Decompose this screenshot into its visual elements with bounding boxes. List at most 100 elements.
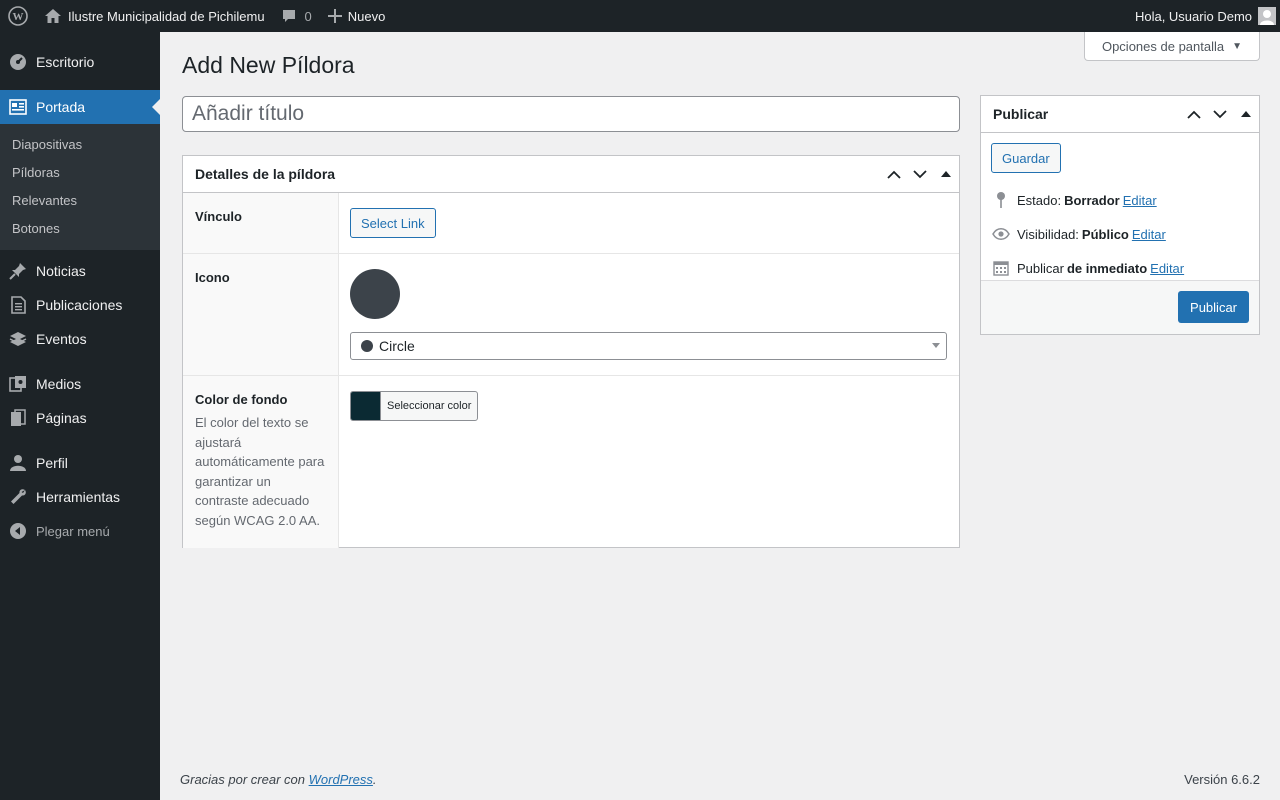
color-description: El color del texto se ajustará automátic… (195, 415, 325, 528)
chevron-down-icon[interactable] (907, 156, 933, 192)
circle-icon (361, 340, 373, 352)
portada-submenu: Diapositivas Píldoras Relevantes Botones (0, 124, 160, 250)
field-row-icono: Icono Circle (183, 254, 959, 376)
sidebar-item-label: Eventos (36, 331, 87, 347)
wrench-icon (8, 487, 28, 507)
user-icon (8, 453, 28, 473)
sidebar-item-escritorio[interactable]: Escritorio (0, 45, 160, 79)
comments-link[interactable]: 0 (273, 0, 320, 32)
collapse-label: Plegar menú (36, 523, 110, 539)
sidebar-item-publicaciones[interactable]: Publicaciones (0, 288, 160, 322)
wordpress-link[interactable]: WordPress (309, 772, 373, 787)
submenu-item-botones[interactable]: Botones (0, 215, 160, 243)
footer-thanks: Gracias por crear con WordPress. (180, 772, 377, 787)
pin-icon (8, 261, 28, 281)
major-publishing-actions: Publicar (981, 280, 1259, 334)
field-input-cell: Select Link (339, 193, 959, 253)
icon-select[interactable]: Circle (350, 332, 947, 360)
my-account-link[interactable]: Hola, Usuario Demo (1127, 0, 1280, 32)
select-link-button[interactable]: Select Link (350, 208, 436, 238)
field-label-cell: Color de fondo El color del texto se aju… (183, 376, 339, 548)
footer-thanks-prefix: Gracias por crear con (180, 772, 309, 787)
wordpress-logo-icon[interactable]: W (0, 0, 36, 32)
calendar-stack-icon (8, 329, 28, 349)
visibility-prefix: Visibilidad: (1017, 226, 1079, 242)
status-prefix: Estado: (1017, 192, 1062, 208)
footer-version: Versión 6.6.2 (1184, 772, 1260, 787)
comment-icon (281, 8, 297, 24)
admin-bar: W Ilustre Municipalidad de Pichilemu 0 N… (0, 0, 1280, 32)
sidebar-item-paginas[interactable]: Páginas (0, 401, 160, 435)
sidebar-item-label: Escritorio (36, 54, 95, 70)
sidebar-item-label: Portada (36, 99, 86, 115)
metabox-handle-actions (881, 156, 959, 192)
sidebar-item-eventos[interactable]: Eventos (0, 322, 160, 356)
chevron-up-icon[interactable] (881, 156, 907, 192)
sidebar-item-label: Medios (36, 376, 82, 392)
new-content-link[interactable]: Nuevo (320, 0, 394, 32)
sidebar-item-portada[interactable]: Portada (0, 90, 160, 124)
sidebar-item-noticias[interactable]: Noticias (0, 254, 160, 288)
details-metabox-title: Detalles de la píldora (195, 166, 336, 182)
footer: Gracias por crear con WordPress. Versión… (180, 772, 1260, 787)
sidebar-item-perfil[interactable]: Perfil (0, 446, 160, 480)
publish-metabox-title: Publicar (993, 106, 1049, 122)
portada-icon (8, 97, 28, 117)
caret-down-icon: ▼ (1232, 40, 1243, 52)
comments-count: 0 (304, 8, 312, 24)
avatar (1258, 7, 1276, 25)
schedule-prefix: Publicar (1017, 260, 1064, 276)
toggle-panel-icon[interactable] (933, 156, 959, 192)
home-icon (44, 8, 62, 24)
status-value: Borrador (1064, 192, 1120, 208)
save-draft-button[interactable]: Guardar (991, 143, 1061, 173)
sidebar-item-label: Publicaciones (36, 297, 123, 313)
page-title: Add New Píldora (182, 52, 355, 78)
toggle-panel-icon[interactable] (1233, 96, 1259, 132)
submenu-item-relevantes[interactable]: Relevantes (0, 187, 160, 215)
color-label: Color de fondo (195, 392, 288, 407)
chevron-up-icon[interactable] (1181, 96, 1207, 132)
visibility-row: Visibilidad: Público Editar (981, 217, 1259, 251)
screen-options-label: Opciones de pantalla (1101, 38, 1225, 54)
edit-visibility-link[interactable]: Editar (1132, 227, 1166, 242)
sidebar-item-medios[interactable]: Medios (0, 367, 160, 401)
post-status-row: Estado: Borrador Editar (981, 183, 1259, 217)
metabox-handle-actions (1181, 96, 1259, 132)
color-swatch (351, 392, 381, 420)
publish-button[interactable]: Publicar (1178, 291, 1249, 323)
title-input[interactable] (182, 96, 960, 132)
pin-icon (991, 191, 1011, 209)
collapse-menu-button[interactable]: Plegar menú (0, 514, 160, 548)
submenu-item-diapositivas[interactable]: Diapositivas (0, 131, 160, 159)
greeting: Hola, Usuario Demo (1134, 8, 1252, 24)
screen-options-button[interactable]: Opciones de pantalla ▼ (1084, 32, 1260, 61)
footer-thanks-suffix: . (372, 772, 377, 787)
schedule-value: de inmediato (1066, 260, 1148, 276)
document-icon (8, 295, 28, 315)
color-picker-button[interactable]: Seleccionar color (350, 391, 479, 421)
site-name: Ilustre Municipalidad de Pichilemu (68, 8, 265, 24)
pages-icon (8, 408, 28, 428)
collapse-arrow-icon (8, 521, 28, 541)
icono-label: Icono (195, 270, 230, 285)
chevron-down-icon[interactable] (1207, 96, 1233, 132)
sidebar-item-herramientas[interactable]: Herramientas (0, 480, 160, 514)
dropdown-arrow-icon (932, 343, 940, 348)
site-name-link[interactable]: Ilustre Municipalidad de Pichilemu (36, 0, 273, 32)
sidebar-item-label: Páginas (36, 410, 87, 426)
publish-metabox: Publicar Guardar Estado: Borrador Editar… (980, 95, 1260, 335)
media-icon (8, 374, 28, 394)
edit-schedule-link[interactable]: Editar (1150, 261, 1184, 276)
sidebar-item-label: Herramientas (36, 489, 121, 505)
sidebar-item-label: Noticias (36, 263, 86, 279)
plus-icon (327, 9, 342, 23)
publish-metabox-header: Publicar (981, 96, 1259, 133)
minor-publishing-actions: Guardar (981, 133, 1259, 183)
new-label: Nuevo (347, 8, 386, 24)
edit-status-link[interactable]: Editar (1123, 193, 1157, 208)
field-label-cell: Vínculo (183, 193, 339, 253)
sidebar-item-label: Perfil (36, 455, 68, 471)
field-input-cell: Circle (339, 254, 959, 375)
submenu-item-pildoras[interactable]: Píldoras (0, 159, 160, 187)
